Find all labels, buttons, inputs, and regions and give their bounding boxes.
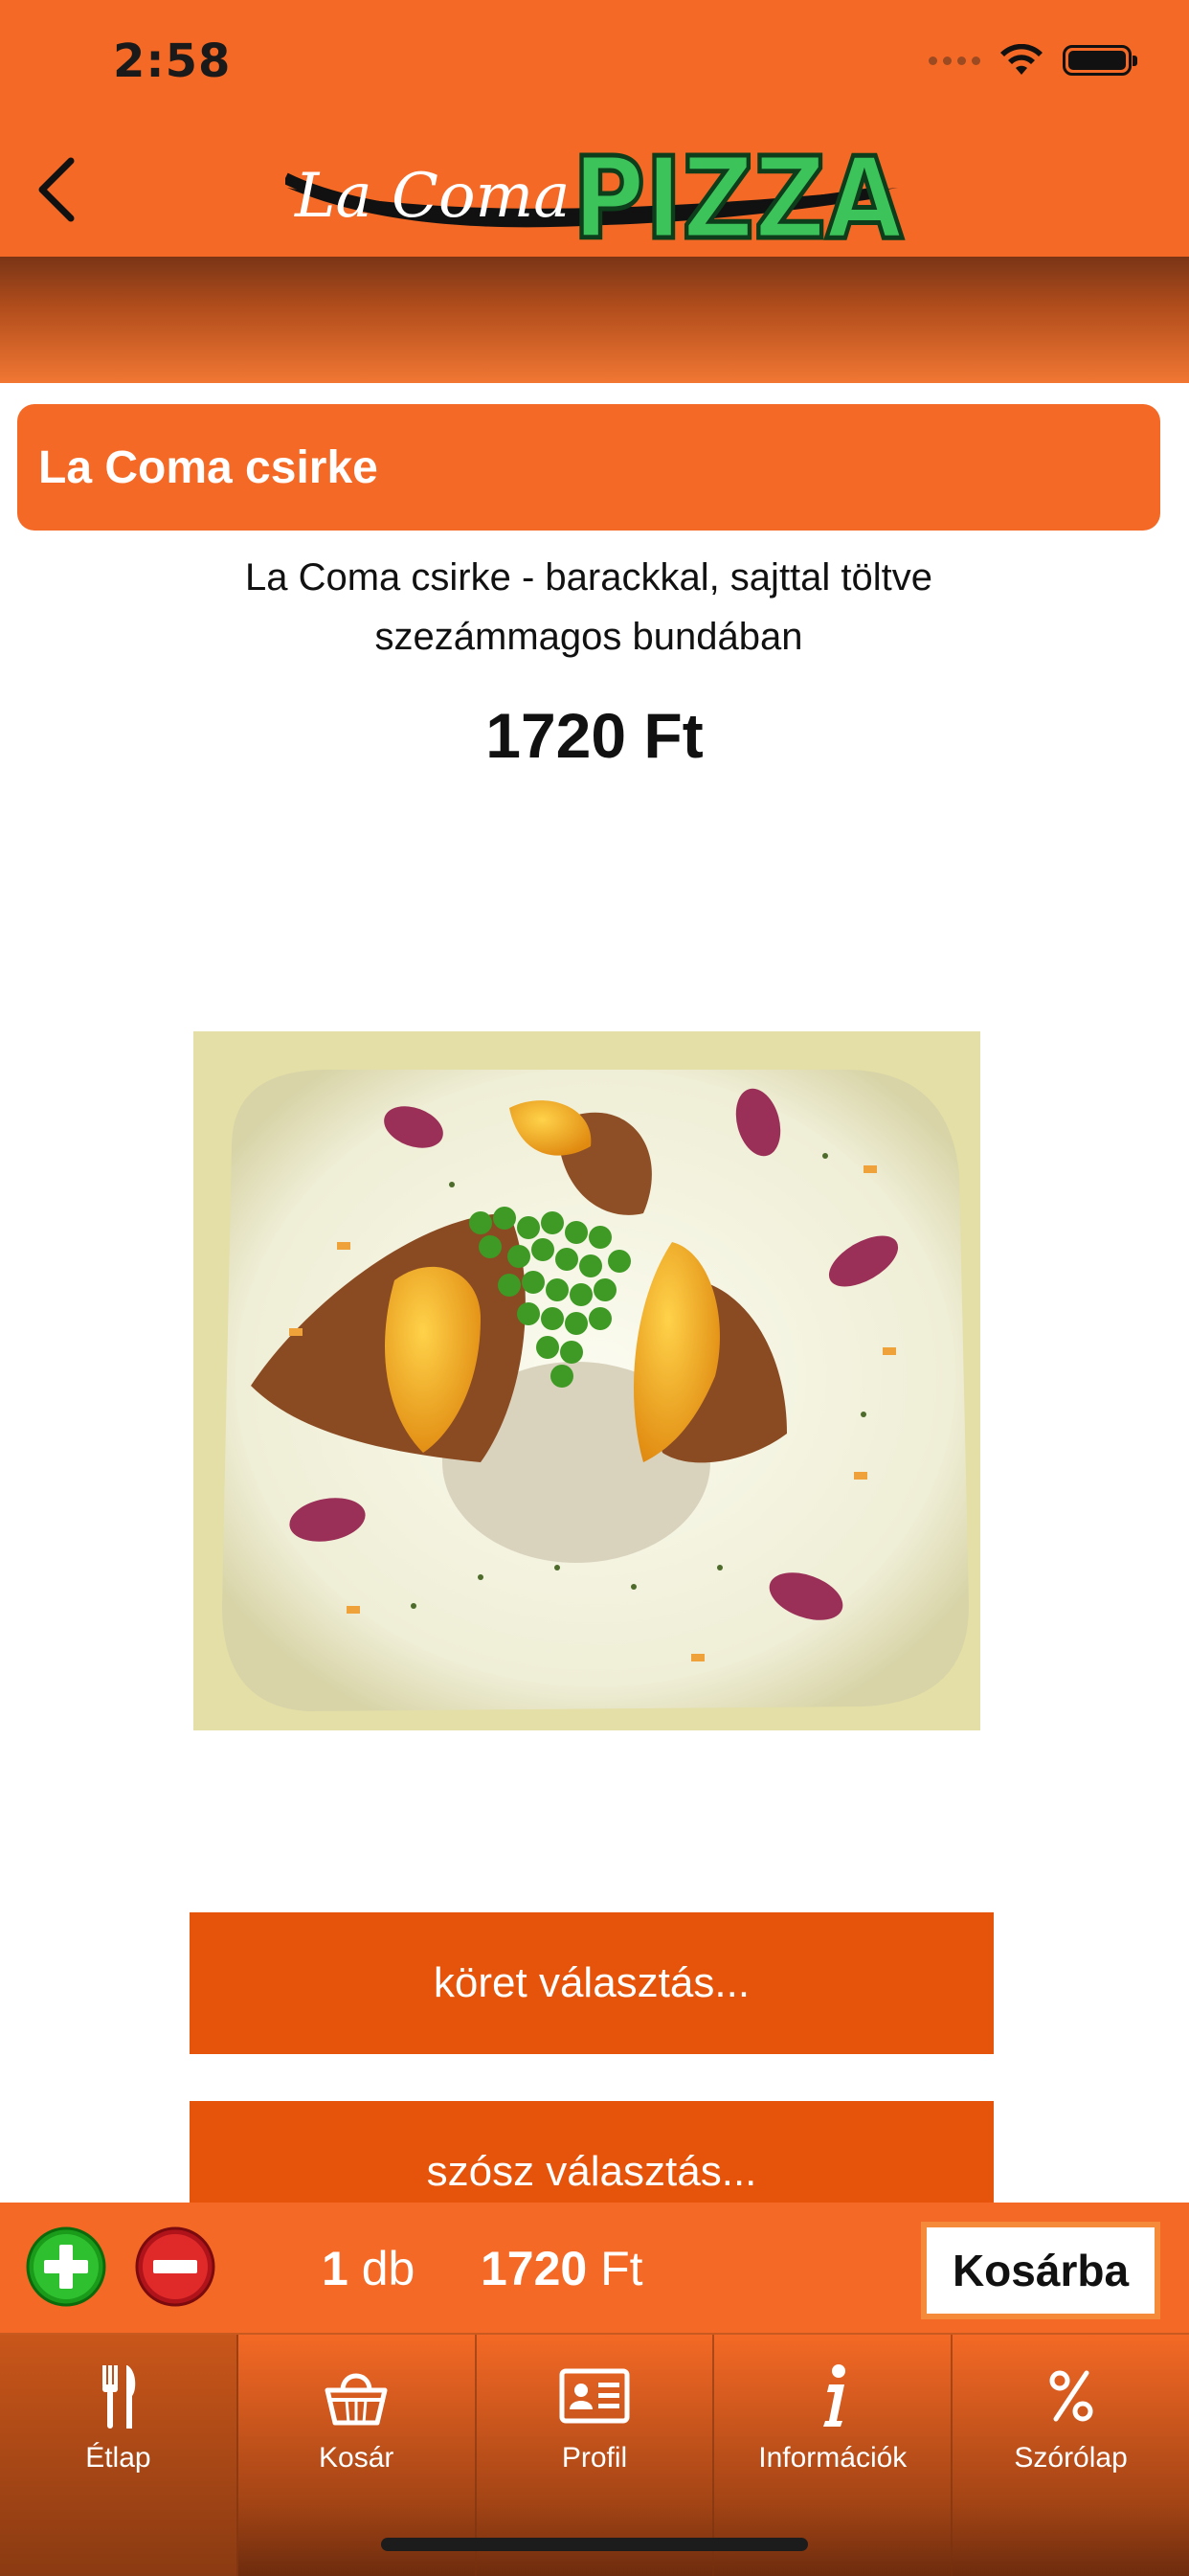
tab-label-info: Információk [758, 2442, 908, 2474]
plus-icon[interactable] [25, 2226, 107, 2308]
battery-icon [1063, 45, 1137, 76]
tab-flyer[interactable]: Szórólap [953, 2335, 1189, 2576]
info-icon [822, 2364, 845, 2427]
product-price: 1720 Ft [485, 700, 704, 771]
product-photo [193, 1031, 980, 1730]
product-title-bar: La Coma csirke [17, 404, 1160, 531]
basket-icon [325, 2373, 388, 2426]
header-bar: 2:58 La Coma PIZZA [0, 0, 1189, 257]
header-shadow-band [0, 257, 1189, 383]
product-description: La Coma csirke - barackkal, sajttal tölt… [244, 556, 933, 658]
status-time: 2:58 [113, 34, 232, 88]
cutlery-icon [102, 2365, 136, 2429]
tab-label-flyer: Szórólap [1014, 2442, 1128, 2474]
quantity-value: 1 [322, 2242, 348, 2295]
status-icons [929, 44, 1137, 77]
percent-icon [1049, 2370, 1093, 2422]
order-currency: Ft [600, 2242, 643, 2295]
order-total-value: 1720 [481, 2242, 588, 2295]
product-title: La Coma csirke [38, 441, 378, 493]
minus-icon[interactable] [134, 2226, 216, 2308]
add-to-cart-button[interactable]: Kosárba [921, 2222, 1160, 2319]
tab-menu[interactable]: Étlap [0, 2335, 238, 2576]
home-indicator [381, 2538, 808, 2551]
svg-text:La Coma: La Coma [294, 161, 570, 232]
tab-label-cart: Kosár [319, 2442, 394, 2474]
wifi-icon [1000, 44, 1043, 75]
profile-card-icon [559, 2368, 630, 2424]
tab-label-profile: Profil [561, 2442, 628, 2474]
order-bar: 1 db 1720 Ft Kosárba [0, 2203, 1189, 2333]
order-total: 1720 Ft [481, 2241, 643, 2296]
tab-label-menu: Étlap [85, 2442, 151, 2474]
quantity-display: 1 db [322, 2241, 415, 2296]
cellular-signal-icon [929, 56, 980, 65]
side-dish-select-button[interactable]: köret választás... [190, 1912, 994, 2054]
la-coma-pizza-logo: La Coma PIZZA [285, 130, 906, 249]
svg-text:PIZZA: PIZZA [572, 132, 903, 249]
back-chevron-icon[interactable] [29, 153, 90, 226]
quantity-unit: db [361, 2242, 415, 2295]
